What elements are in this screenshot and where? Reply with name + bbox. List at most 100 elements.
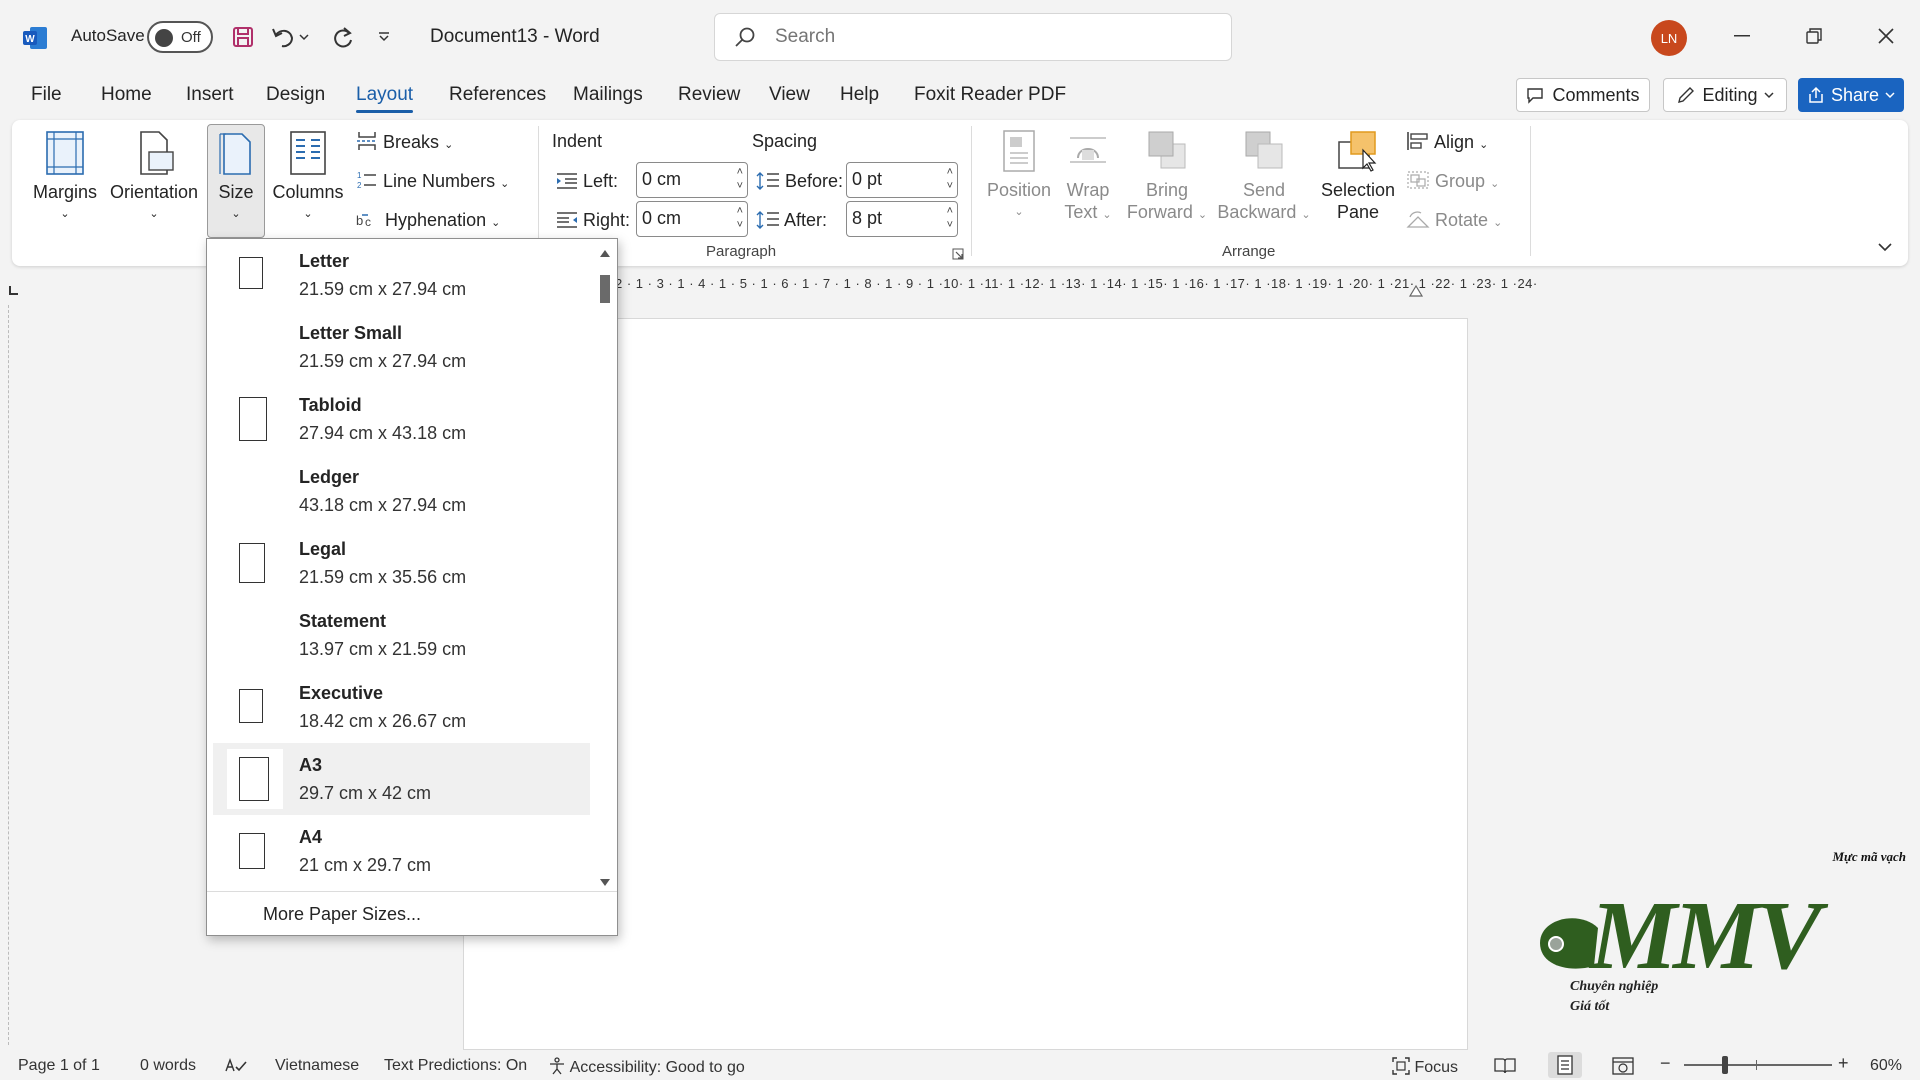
status-bar: Page 1 of 1 0 words Vietnamese Text Pred…	[0, 1050, 1920, 1080]
margins-button[interactable]: Margins ⌄	[30, 130, 100, 225]
paper-size-letter-small[interactable]: Letter Small 21.59 cm x 27.94 cm	[213, 311, 590, 383]
tab-file[interactable]: File	[31, 84, 62, 106]
group-button[interactable]: Group ⌄	[1406, 170, 1499, 192]
minimize-icon[interactable]	[1722, 18, 1762, 54]
wrap-text-button[interactable]: Wrap Text ⌄	[1060, 128, 1116, 226]
group-icon	[1407, 171, 1429, 189]
spinner-arrows-icon[interactable]: ˄ ˅	[737, 165, 743, 193]
scrollbar-thumb[interactable]	[600, 275, 610, 303]
paper-size-dims: 21 cm x 29.7 cm	[299, 855, 432, 875]
spacing-after-spinner[interactable]: ˄˅	[846, 201, 958, 237]
accessibility-status[interactable]: Accessibility: Good to go	[548, 1057, 745, 1077]
comments-button[interactable]: Comments	[1516, 78, 1650, 112]
tab-view[interactable]: View	[769, 84, 810, 106]
spinner-arrows-icon[interactable]: ˄ ˅	[737, 204, 743, 232]
orientation-button[interactable]: Orientation ⌄	[104, 130, 204, 225]
position-button[interactable]: Position ⌄	[982, 128, 1056, 223]
paper-size-a3[interactable]: A3 29.7 cm x 42 cm	[213, 743, 590, 815]
zoom-slider[interactable]	[1684, 1056, 1832, 1074]
spacing-after-input[interactable]	[852, 208, 932, 229]
proofing-icon[interactable]	[224, 1057, 248, 1080]
language-status[interactable]: Vietnamese	[275, 1057, 359, 1075]
more-paper-sizes-label: More Paper Sizes...	[263, 904, 422, 924]
web-layout-icon[interactable]	[1612, 1057, 1634, 1080]
spinner-arrows-icon[interactable]: ˄ ˅	[947, 204, 953, 232]
paragraph-dialog-launcher-icon[interactable]	[952, 244, 964, 265]
share-button[interactable]: Share	[1798, 78, 1904, 112]
selection-pane-label-line2: Pane	[1336, 202, 1380, 222]
indent-left-spinner[interactable]: ˄˅	[636, 162, 748, 198]
indent-right-icon	[557, 212, 577, 228]
paper-size-ledger[interactable]: Ledger 43.18 cm x 27.94 cm	[213, 455, 590, 527]
tab-review[interactable]: Review	[678, 84, 740, 106]
paper-size-executive[interactable]: Executive 18.42 cm x 26.67 cm	[213, 671, 590, 743]
zoom-in-icon[interactable]: +	[1838, 1053, 1849, 1074]
spacing-heading: Spacing	[752, 131, 818, 151]
more-paper-sizes-item[interactable]: More Paper Sizes...	[207, 891, 617, 935]
spacing-before-text: Before:	[785, 171, 844, 191]
scroll-up-arrow-icon[interactable]	[598, 247, 612, 259]
indent-right-spinner[interactable]: ˄˅	[636, 201, 748, 237]
editing-mode-button[interactable]: Editing	[1663, 78, 1787, 112]
paper-size-letter[interactable]: Letter 21.59 cm x 27.94 cm	[213, 239, 590, 311]
dropdown-scrollbar[interactable]	[597, 247, 613, 889]
paper-size-a4[interactable]: A4 21 cm x 29.7 cm	[213, 815, 590, 887]
zoom-slider-thumb[interactable]	[1722, 1056, 1728, 1074]
search-input[interactable]	[775, 24, 1195, 50]
print-layout-icon[interactable]	[1548, 1052, 1582, 1078]
spacing-before-spinner[interactable]: ˄˅	[846, 162, 958, 198]
right-indent-marker-icon[interactable]	[1408, 280, 1424, 298]
zoom-level[interactable]: 60%	[1870, 1057, 1902, 1075]
tab-help[interactable]: Help	[840, 84, 879, 106]
spinner-arrows-icon[interactable]: ˄ ˅	[947, 165, 953, 193]
bring-forward-button[interactable]: Bring Forward ⌄	[1124, 128, 1210, 226]
customize-toolbar-icon[interactable]	[372, 22, 396, 52]
restore-icon[interactable]	[1794, 18, 1834, 54]
paper-size-legal[interactable]: Legal 21.59 cm x 35.56 cm	[213, 527, 590, 599]
tab-selector-icon[interactable]	[8, 280, 20, 301]
send-backward-button[interactable]: Send Backward ⌄	[1216, 128, 1312, 226]
tab-layout[interactable]: Layout	[356, 84, 414, 113]
selection-pane-button[interactable]: Selection Pane	[1318, 128, 1398, 223]
paper-size-dims: 21.59 cm x 27.94 cm	[299, 279, 467, 299]
tab-mailings[interactable]: Mailings	[573, 84, 643, 106]
search-box[interactable]	[714, 13, 1232, 61]
tab-references[interactable]: References	[449, 84, 546, 106]
horizontal-ruler[interactable]: 2 · 1 · 3 · 1 · 4 · 1 · 5 · 1 · 6 · 1 · …	[615, 276, 1537, 292]
hyphenation-button[interactable]: bc Hyphenation ⌄	[356, 209, 500, 231]
portrait-page-icon	[239, 757, 269, 801]
read-mode-icon[interactable]	[1494, 1057, 1516, 1080]
tab-foxit-reader-pdf[interactable]: Foxit Reader PDF	[914, 84, 1066, 106]
indent-left-input[interactable]	[642, 169, 722, 190]
chevron-down-icon: ⌄	[1490, 178, 1500, 190]
tab-insert[interactable]: Insert	[186, 84, 234, 106]
size-button[interactable]: Size ⌄	[208, 130, 264, 225]
undo-dropdown-chevron-icon[interactable]	[296, 22, 312, 52]
rotate-button[interactable]: Rotate ⌄	[1406, 209, 1502, 231]
collapse-ribbon-chevron-icon[interactable]	[1878, 236, 1892, 257]
tab-design[interactable]: Design	[266, 84, 325, 106]
avatar[interactable]: LN	[1651, 20, 1687, 56]
autosave-toggle[interactable]: Off	[147, 21, 213, 53]
breaks-button[interactable]: Breaks ⌄	[356, 131, 453, 153]
line-numbers-button[interactable]: 12 Line Numbers ⌄	[356, 170, 509, 192]
undo-icon[interactable]	[268, 22, 298, 52]
word-count[interactable]: 0 words	[140, 1057, 196, 1075]
scroll-down-arrow-icon[interactable]	[598, 877, 612, 889]
text-predictions-status[interactable]: Text Predictions: On	[384, 1057, 527, 1075]
focus-mode-button[interactable]: Focus	[1392, 1057, 1458, 1077]
portrait-page-icon	[239, 833, 265, 869]
close-icon[interactable]	[1866, 18, 1906, 54]
save-icon[interactable]	[228, 22, 258, 52]
page-count[interactable]: Page 1 of 1	[18, 1057, 100, 1075]
align-button[interactable]: Align ⌄	[1406, 131, 1488, 153]
zoom-out-icon[interactable]: −	[1660, 1053, 1671, 1074]
paper-size-name: Letter	[299, 251, 350, 271]
spacing-before-input[interactable]	[852, 169, 932, 190]
columns-button[interactable]: Columns ⌄	[272, 130, 344, 225]
redo-icon[interactable]	[328, 22, 358, 52]
paper-size-tabloid[interactable]: Tabloid 27.94 cm x 43.18 cm	[213, 383, 590, 455]
tab-home[interactable]: Home	[101, 84, 152, 106]
paper-size-statement[interactable]: Statement 13.97 cm x 21.59 cm	[213, 599, 590, 671]
indent-right-input[interactable]	[642, 208, 722, 229]
